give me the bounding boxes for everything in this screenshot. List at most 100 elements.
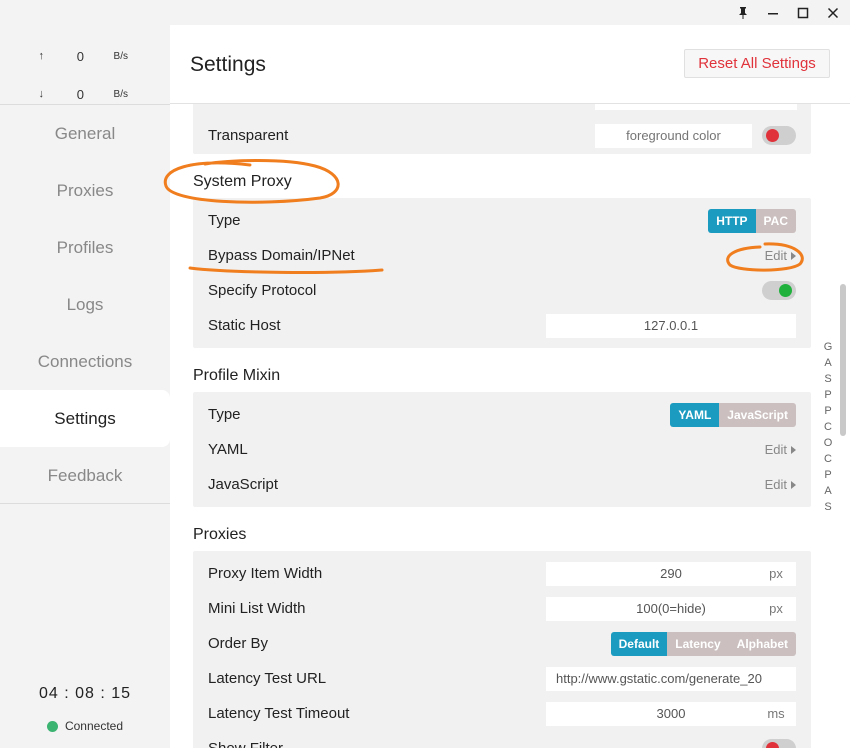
sidebar: ↑ 0 B/s ↓ 0 B/s General Proxies Profiles… (0, 25, 170, 748)
system-proxy-type-switch: HTTP PAC (708, 208, 796, 233)
mixin-js-edit-label: Edit (764, 477, 787, 492)
show-filter-label: Show Filter (208, 740, 283, 748)
alpha-index-letter[interactable]: S (822, 373, 834, 389)
latency-timeout-unit: ms (767, 706, 785, 721)
proxies-card: Proxy Item Width 290 px Mini List Width … (193, 551, 811, 748)
sidebar-item-logs[interactable]: Logs (0, 276, 170, 333)
alpha-index-letter[interactable]: P (822, 405, 834, 421)
profile-mixin-title: Profile Mixin (193, 367, 281, 384)
alpha-index-letter[interactable]: C (822, 453, 834, 469)
alpha-index-letter[interactable]: G (822, 341, 834, 357)
connection-status-label: Connected (64, 719, 124, 733)
mixin-type-row: Type YAML JavaScript (208, 397, 796, 432)
order-latency-option[interactable]: Latency (667, 631, 729, 656)
alpha-index-letter[interactable]: O (822, 437, 834, 453)
latency-url-input[interactable]: http://www.gstatic.com/generate_20 (546, 666, 796, 691)
alpha-index-letter[interactable]: P (822, 389, 834, 405)
order-default-option[interactable]: Default (610, 631, 668, 656)
close-icon[interactable] (818, 0, 848, 25)
foreground-color-input[interactable] (595, 123, 752, 148)
sidebar-item-feedback[interactable]: Feedback (0, 447, 170, 504)
traffic-panel: ↑ 0 B/s ↓ 0 B/s (0, 25, 170, 105)
specify-protocol-label: Specify Protocol (208, 282, 317, 299)
alpha-index-letter[interactable]: S (822, 501, 834, 517)
caret-right-icon (791, 251, 796, 260)
alpha-index-letter[interactable]: A (822, 357, 834, 373)
transparent-toggle[interactable] (762, 126, 796, 145)
sidebar-nav: General Proxies Profiles Logs Connection… (0, 105, 170, 504)
specify-protocol-toggle[interactable] (762, 281, 796, 300)
caret-right-icon (791, 480, 796, 489)
latency-timeout-row: Latency Test Timeout 3000 ms (208, 696, 796, 731)
sidebar-item-settings[interactable]: Settings (0, 390, 170, 447)
sidebar-item-connections[interactable]: Connections (0, 333, 170, 390)
latency-url-label: Latency Test URL (208, 670, 327, 687)
static-host-input[interactable]: 127.0.0.1 (546, 313, 796, 338)
main-panel: Settings Reset All Settings Transparent … (170, 25, 850, 748)
sidebar-item-general[interactable]: General (0, 105, 170, 162)
order-by-row: Order By Default Latency Alphabet (208, 626, 796, 661)
latency-timeout-value: 3000 (656, 706, 686, 721)
proxy-item-width-input[interactable]: 290 px (546, 561, 796, 586)
upload-value: 0 (76, 48, 84, 64)
mixin-yaml-edit-link[interactable]: Edit (765, 442, 796, 457)
caret-right-icon (791, 445, 796, 454)
appearance-card: Transparent (193, 104, 811, 154)
upload-arrow-icon: ↑ (38, 50, 45, 62)
sidebar-item-profiles[interactable]: Profiles (0, 219, 170, 276)
mixin-javascript-option[interactable]: JavaScript (719, 402, 796, 427)
alpha-index-letter[interactable]: A (822, 485, 834, 501)
minimize-icon[interactable] (758, 0, 788, 25)
upload-speed: ↑ 0 B/s (0, 37, 170, 75)
bypass-label: Bypass Domain/IPNet (208, 247, 355, 264)
mini-list-width-row: Mini List Width 100(0=hide) px (208, 591, 796, 626)
latency-timeout-input[interactable]: 3000 ms (546, 701, 796, 726)
proxies-title: Proxies (193, 526, 247, 543)
status-dot-icon (46, 720, 58, 732)
latency-url-value: http://www.gstatic.com/generate_20 (556, 671, 762, 686)
clock: 04 : 08 : 15 (38, 685, 132, 702)
sidebar-divider (0, 503, 170, 504)
alpha-index-letter[interactable]: P (822, 469, 834, 485)
mixin-yaml-edit-label: Edit (764, 442, 787, 457)
show-filter-toggle[interactable] (762, 739, 796, 748)
page-title: Settings (190, 53, 266, 76)
download-unit: B/s (113, 88, 128, 100)
system-proxy-type-row: Type HTTP PAC (208, 203, 796, 238)
static-host-value: 127.0.0.1 (643, 318, 699, 333)
proxy-item-width-unit: px (769, 566, 783, 581)
mini-list-width-unit: px (769, 601, 783, 616)
hidden-field-edge (595, 104, 797, 110)
settings-content: Transparent System Proxy Type HTTP PAC (170, 104, 850, 748)
bypass-row: Bypass Domain/IPNet Edit (208, 238, 796, 273)
order-alphabet-option[interactable]: Alphabet (728, 631, 796, 656)
sidebar-item-proxies[interactable]: Proxies (0, 162, 170, 219)
bypass-edit-link[interactable]: Edit (765, 248, 796, 263)
transparent-row: Transparent (208, 118, 796, 153)
mini-list-width-value: 100(0=hide) (636, 601, 706, 616)
mixin-js-edit-link[interactable]: Edit (765, 477, 796, 492)
mixin-yaml-row: YAML Edit (208, 432, 796, 467)
mixin-yaml-label: YAML (208, 441, 248, 458)
scrollbar-thumb[interactable] (840, 284, 846, 436)
alpha-index-letter[interactable]: C (822, 421, 834, 437)
system-proxy-card: Type HTTP PAC Bypass Domain/IPNet Edit S… (193, 198, 811, 348)
type-pac-option[interactable]: PAC (755, 208, 796, 233)
system-proxy-type-label: Type (208, 212, 241, 229)
system-proxy-title: System Proxy (193, 173, 292, 190)
download-arrow-icon: ↓ (38, 88, 45, 100)
type-http-option[interactable]: HTTP (708, 208, 756, 233)
upload-unit: B/s (113, 50, 128, 62)
mini-list-width-input[interactable]: 100(0=hide) px (546, 596, 796, 621)
profile-mixin-card: Type YAML JavaScript YAML Edit JavaScrip… (193, 392, 811, 507)
mini-list-width-label: Mini List Width (208, 600, 306, 617)
mixin-type-switch: YAML JavaScript (670, 402, 796, 427)
order-by-label: Order By (208, 635, 269, 652)
mixin-yaml-option[interactable]: YAML (670, 402, 720, 427)
pin-icon[interactable] (728, 0, 758, 25)
show-filter-row: Show Filter (208, 731, 796, 748)
reset-all-settings-button[interactable]: Reset All Settings (684, 49, 830, 78)
specify-protocol-row: Specify Protocol (208, 273, 796, 308)
page-header: Settings Reset All Settings (170, 25, 850, 104)
maximize-icon[interactable] (788, 0, 818, 25)
